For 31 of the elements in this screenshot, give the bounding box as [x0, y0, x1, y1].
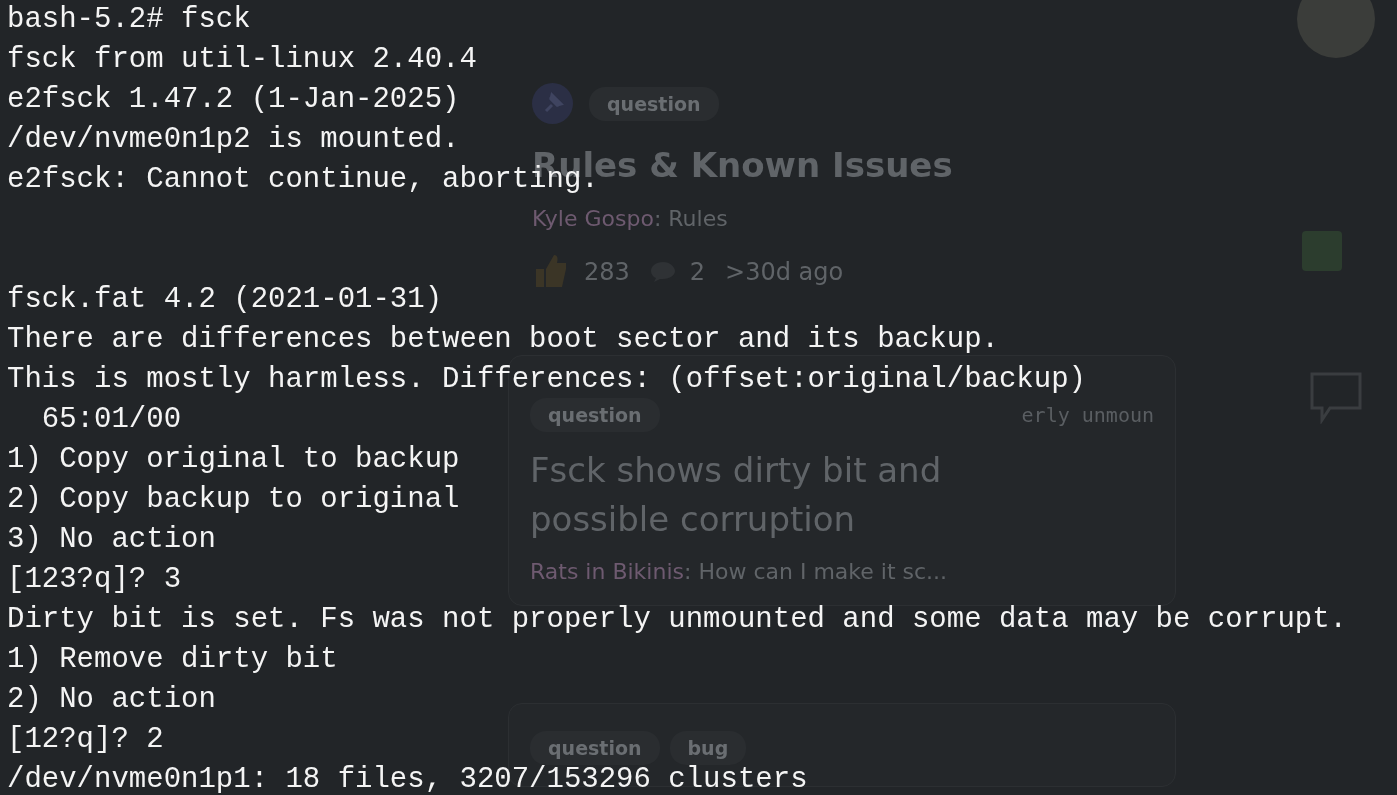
terminal-line: [123?q]? 3 — [7, 563, 182, 597]
post-tag: question — [530, 731, 660, 765]
terminal-line: 1) Copy original to backup — [7, 443, 460, 477]
terminal-line: This is mostly harmless. Differences: (offset:original/backup) — [7, 363, 1086, 397]
terminal-line: 1) Remove dirty bit — [7, 643, 338, 677]
post-title: Fsck shows dirty bit and possible corruption — [530, 449, 943, 542]
reaction-count: 283 — [584, 258, 630, 286]
terminal-line: bash-5.2# fsck — [7, 3, 251, 37]
pin-icon — [532, 83, 573, 124]
post-age: >30d ago — [725, 258, 844, 286]
side-text: erly unmoun — [1021, 403, 1154, 427]
terminal-line: 65:01/00 — [40, 403, 182, 437]
terminal-line: /dev/nvme0n1p2 is mounted. — [7, 123, 460, 157]
terminal-line: 2) Copy backup to original — [7, 483, 460, 517]
post-tag: question — [589, 86, 719, 121]
speech-bubble-icon[interactable] — [1308, 370, 1364, 424]
terminal-line: 2) No action — [7, 683, 216, 717]
post-tag: bug — [669, 731, 747, 765]
terminal-line: Dirty bit is set. Fs was not properly unmounted and some data may be corrupt. — [7, 603, 1348, 637]
terminal-line: fsck from util-linux 2.40.4 — [7, 43, 477, 77]
terminal-line: 3) No action — [7, 523, 216, 557]
terminal-line: fsck.fat 4.2 (2021-01-31) — [7, 283, 443, 317]
post-preview: Rats in Bikinis: How can I make it sc... — [530, 558, 949, 584]
terminal-line: /dev/nvme0n1p1: 18 files, 3207/153296 clusters — [7, 763, 808, 795]
terminal-line: [12?q]? 2 — [7, 723, 164, 757]
reply-count: 2 — [689, 258, 706, 286]
avatar[interactable] — [1297, 0, 1375, 58]
terminal-line: e2fsck 1.47.2 (1-Jan-2025) — [7, 83, 460, 117]
terminal-line: There are differences between boot sector and its backup. — [7, 323, 999, 357]
post-preview: Kyle Gospo: Rules — [532, 206, 729, 232]
post-tag: question — [530, 398, 660, 432]
